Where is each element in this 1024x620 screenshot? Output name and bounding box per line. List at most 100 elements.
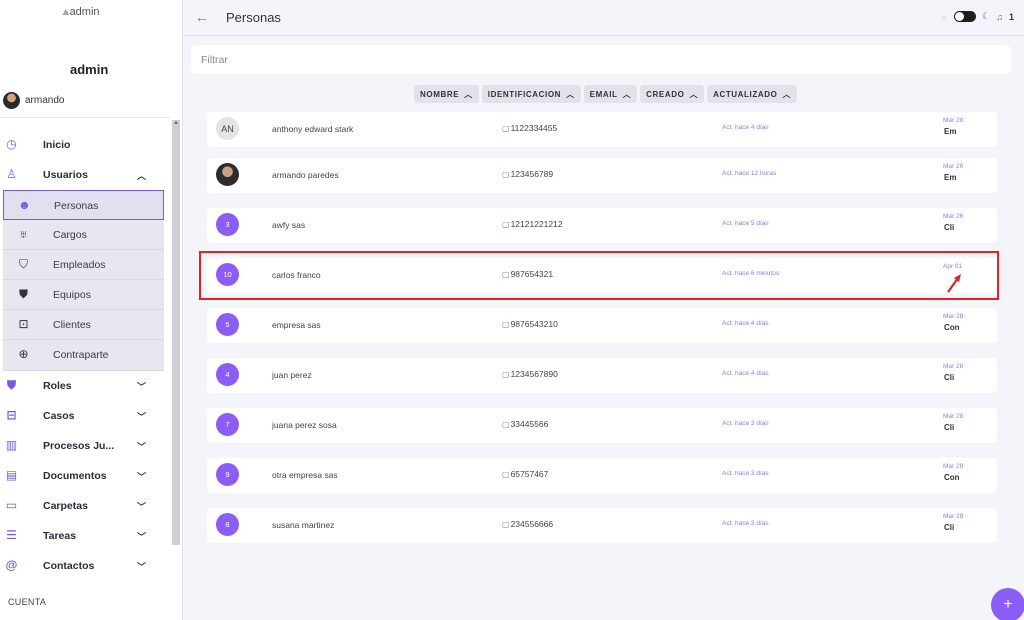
sun-icon: ☼ (939, 11, 949, 22)
list-item[interactable]: 9 otra empresa sas ▢65757467 Act. hace 3… (207, 458, 997, 493)
menu-item-procesos[interactable]: ▥ Procesos Ju... ﹀ (0, 431, 170, 461)
menu-item-inicio[interactable]: ◷ Inicio (0, 130, 170, 160)
sort-email[interactable]: EMAIL ︿ (583, 85, 638, 103)
identification: ▢12121221212 (502, 219, 563, 229)
identification: ▢1122334455 (502, 123, 558, 133)
category-badge: Cli (944, 523, 955, 532)
at-icon: @ (5, 558, 18, 572)
scroll-up-icon[interactable]: ▲ (173, 120, 179, 126)
sort-identificacion[interactable]: IDENTIFICACION ︿ (481, 85, 581, 103)
user-profile[interactable]: armando (3, 92, 64, 109)
trophy-icon: ♅ (19, 227, 28, 241)
submenu-item-cargos[interactable]: ♅ Cargos (3, 220, 164, 250)
chevron-down-icon[interactable]: ﹀ (137, 560, 146, 573)
avatar: 4 (216, 363, 239, 386)
document-icon: ▤ (5, 468, 18, 482)
updated-text: Act. hace 3 días (722, 470, 769, 477)
submenu-item-empleados[interactable]: ⛉ Empleados (3, 250, 164, 280)
avatar: 7 (216, 413, 239, 436)
list-item[interactable]: 7 juana perez sosa ▢33445566 Act. hace 3… (207, 408, 997, 443)
page-title: Personas (226, 10, 281, 25)
add-person-button[interactable]: + (991, 588, 1024, 620)
created-date: Apr 01 (943, 263, 963, 270)
list-icon: ☰ (6, 528, 17, 542)
menu-item-casos[interactable]: ⊟ Casos ﹀ (0, 401, 170, 431)
personas-list: AN anthony edward stark ▢1122334455 Act.… (207, 112, 997, 558)
face-icon: ☻ (18, 198, 31, 212)
updated-text: Act. hace 5 días (722, 220, 769, 227)
caret-up-icon: ︿ (782, 89, 792, 99)
divider (0, 117, 170, 118)
id-card-icon: ▢ (502, 320, 510, 329)
menu-item-contactos[interactable]: @ Contactos ﹀ (0, 551, 170, 581)
updated-text: Act. hace 12 horas (722, 170, 777, 177)
menu-item-carpetas[interactable]: ▭ Carpetas ﹀ (0, 491, 170, 521)
contraparte-icon: ⊕ (18, 347, 29, 361)
updated-text: Act. hace 6 minutos (722, 270, 780, 277)
submenu-item-equipos[interactable]: ⛊ Equipos (3, 280, 164, 310)
person-name: armando paredes (272, 170, 339, 180)
menu-item-tareas[interactable]: ☰ Tareas ﹀ (0, 521, 170, 551)
list-item[interactable]: 10 carlos franco ▢987654321 Act. hace 6 … (207, 258, 997, 293)
chevron-up-icon[interactable]: ︿ (137, 169, 146, 182)
avatar: 9 (216, 463, 239, 486)
id-card-icon: ▢ (502, 220, 510, 229)
identification: ▢1234567890 (502, 369, 558, 379)
person-name: awfy sas (272, 220, 306, 230)
chevron-down-icon[interactable]: ﹀ (137, 410, 146, 423)
list-item[interactable]: 4 juan perez ▢1234567890 Act. hace 4 día… (207, 358, 997, 393)
bell-icon[interactable]: ♫ (996, 12, 1003, 22)
list-item[interactable]: armando paredes ▢123456789 Act. hace 12 … (207, 158, 997, 193)
person-name: carlos franco (272, 270, 321, 280)
avatar: 3 (216, 213, 239, 236)
list-item[interactable]: 8 susana martinez ▢234556666 Act. hace 3… (207, 508, 997, 543)
list-item[interactable]: 5 empresa sas ▢9876543210 Act. hace 4 dí… (207, 308, 997, 343)
sort-actualizado[interactable]: ACTUALIZADO ︿ (707, 85, 798, 103)
submenu-item-contraparte[interactable]: ⊕ Contraparte (3, 340, 164, 370)
user-icon: ♙ (6, 167, 17, 181)
chevron-down-icon[interactable]: ﹀ (137, 470, 146, 483)
chevron-down-icon[interactable]: ﹀ (137, 500, 146, 513)
menu-item-usuarios[interactable]: ♙ Usuarios ︿ (0, 160, 170, 190)
avatar: 5 (216, 313, 239, 336)
person-name: juana perez sosa (272, 420, 337, 430)
sort-nombre[interactable]: NOMBRE ︿ (414, 85, 479, 103)
theme-toggle[interactable] (954, 11, 977, 22)
id-card-icon: ▢ (502, 270, 510, 279)
section-label-cuenta: CUENTA (8, 597, 47, 607)
submenu-item-personas[interactable]: ☻ Personas (3, 190, 164, 220)
created-date: Mar 28 (943, 463, 964, 470)
chevron-down-icon[interactable]: ﹀ (137, 440, 146, 453)
notification-count: 1 (1008, 11, 1014, 22)
list-item[interactable]: 3 awfy sas ▢12121221212 Act. hace 5 días… (207, 208, 997, 243)
sort-creado[interactable]: CREADO ︿ (640, 85, 705, 103)
menu-item-documentos[interactable]: ▤ Documentos ﹀ (0, 461, 170, 491)
category-badge: Con (944, 323, 960, 332)
person-name: susana martinez (272, 520, 335, 530)
client-icon: ⊡ (18, 317, 29, 331)
chevron-down-icon[interactable]: ﹀ (137, 530, 146, 543)
filter-input[interactable] (191, 45, 1011, 74)
building-icon: ▥ (5, 438, 18, 452)
id-card-icon: ▢ (502, 420, 510, 429)
category-badge: Cli (944, 223, 955, 232)
caret-up-icon: ︿ (566, 89, 575, 99)
avatar (216, 163, 239, 186)
category-badge: Cli (944, 373, 955, 382)
chevron-down-icon[interactable]: ﹀ (137, 380, 146, 393)
person-name: anthony edward stark (272, 124, 354, 134)
caret-up-icon: ︿ (464, 89, 473, 99)
submenu-item-clientes[interactable]: ⊡ Clientes (3, 310, 164, 340)
team-icon: ⛊ (18, 287, 28, 301)
updated-text: Act. hace 4 días (722, 370, 769, 377)
header: ← Personas ☼ ☾ ♫ 1 (183, 0, 1024, 36)
briefcase-icon: ⊟ (6, 408, 17, 422)
menu-item-roles[interactable]: ⛊ Roles ﹀ (0, 371, 170, 401)
logo: ⛰admin (62, 6, 100, 18)
list-item[interactable]: AN anthony edward stark ▢1122334455 Act.… (207, 112, 997, 147)
created-date: Mar 28 (943, 313, 964, 320)
main-menu: ◷ Inicio ♙ Usuarios ︿ ☻ Personas ♅ Cargo… (0, 130, 170, 581)
created-date: Mar 28 (943, 363, 964, 370)
sidebar-scrollbar[interactable] (172, 120, 180, 545)
back-arrow-icon[interactable]: ← (195, 9, 209, 25)
